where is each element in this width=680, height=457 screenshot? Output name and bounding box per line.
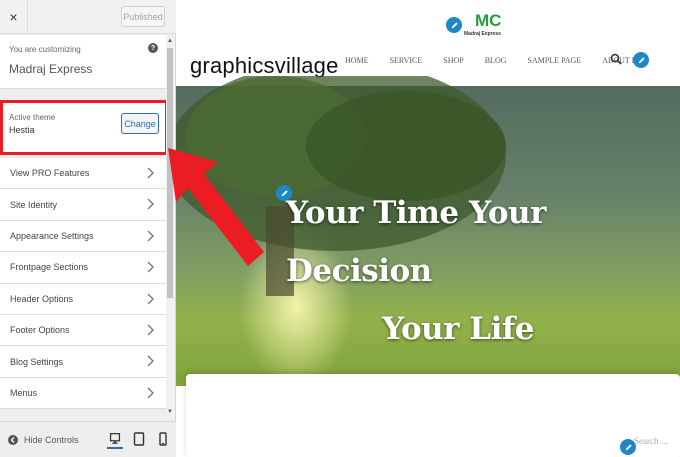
sidebar-footer: Hide Controls xyxy=(0,421,176,457)
search-input[interactable]: Search ... xyxy=(634,436,668,446)
menu-item-menus[interactable]: Menus xyxy=(0,377,166,410)
help-icon[interactable]: ? xyxy=(148,43,158,53)
menu-item-label: Header Options xyxy=(10,293,74,304)
menu-item-label: Site Identity xyxy=(10,199,58,210)
chevron-right-icon xyxy=(147,355,154,367)
hide-controls-label[interactable]: Hide Controls xyxy=(24,435,79,445)
customizing-info: You are customizing Madraj Express ? xyxy=(0,35,166,89)
menu-item-site-identity[interactable]: Site Identity xyxy=(0,189,166,221)
annotation-arrow-icon xyxy=(168,148,264,266)
published-button[interactable]: Published xyxy=(121,6,165,27)
menu-item-appearance-settings[interactable]: Appearance Settings xyxy=(0,220,166,253)
chevron-right-icon xyxy=(147,230,154,242)
customizer-screen: × Published You are customizing Madraj E… xyxy=(0,0,680,457)
menu-item-header-options[interactable]: Header Options xyxy=(0,283,166,315)
hero-title-line-2: Your Life xyxy=(382,311,534,347)
scroll-down-icon[interactable]: ▼ xyxy=(167,409,173,415)
menu-item-label: Menus xyxy=(10,387,38,398)
active-theme-panel: Active theme Hestia Change xyxy=(0,100,168,155)
menu-item-label: Frontpage Sections xyxy=(10,262,89,273)
menu-item-label: Footer Options xyxy=(10,325,70,336)
active-theme-label: Active theme xyxy=(9,113,56,122)
menu-item-label: Blog Settings xyxy=(10,356,64,367)
close-button[interactable]: × xyxy=(0,0,28,34)
desktop-icon[interactable] xyxy=(107,431,123,449)
logo-subtext: Madraj Express xyxy=(464,31,501,37)
tablet-icon[interactable] xyxy=(131,431,147,449)
nav-item-service[interactable]: SERVICE xyxy=(390,56,423,65)
site-title: Madraj Express xyxy=(9,62,93,76)
scroll-up-icon[interactable]: ▲ xyxy=(167,38,173,44)
chevron-right-icon xyxy=(147,167,154,179)
nav-item-sample-page[interactable]: SAMPLE PAGE xyxy=(528,56,582,65)
menu-item-view-pro-features[interactable]: View PRO Features xyxy=(0,158,166,190)
site-header: MC Madraj Express graphicsvillage HOME S… xyxy=(176,0,680,86)
site-logo[interactable]: MC xyxy=(466,8,506,44)
nav-item-home[interactable]: HOME xyxy=(345,56,369,65)
chevron-right-icon xyxy=(147,387,154,399)
nav-item-blog[interactable]: BLOG xyxy=(485,56,507,65)
chevron-right-icon xyxy=(147,324,154,336)
chevron-right-icon xyxy=(147,261,154,273)
mobile-icon[interactable] xyxy=(155,431,171,449)
menu-item-label: View PRO Features xyxy=(10,168,90,179)
change-theme-button[interactable]: Change xyxy=(121,113,159,134)
theme-name: Hestia xyxy=(9,125,35,135)
svg-text:MC: MC xyxy=(475,11,501,30)
search-icon[interactable] xyxy=(610,53,622,65)
chevron-right-icon xyxy=(147,198,154,210)
menu-item-footer-options[interactable]: Footer Options xyxy=(0,314,166,347)
menu-item-frontpage-sections[interactable]: Frontpage Sections xyxy=(0,252,166,284)
customizer-menu: View PRO Features Site Identity Appearan… xyxy=(0,158,166,410)
customizing-label: You are customizing xyxy=(9,45,81,54)
edit-logo-icon[interactable] xyxy=(446,17,462,33)
chevron-right-icon xyxy=(147,293,154,305)
sidebar-header: × Published xyxy=(0,0,176,34)
menu-item-blog-settings[interactable]: Blog Settings xyxy=(0,346,166,378)
content-card xyxy=(186,374,680,457)
customizer-sidebar: × Published You are customizing Madraj E… xyxy=(0,0,176,457)
edit-menu-icon[interactable] xyxy=(633,52,649,68)
menu-item-label: Appearance Settings xyxy=(10,230,94,241)
hide-controls-icon[interactable] xyxy=(8,435,18,445)
nav-item-shop[interactable]: SHOP xyxy=(443,56,463,65)
